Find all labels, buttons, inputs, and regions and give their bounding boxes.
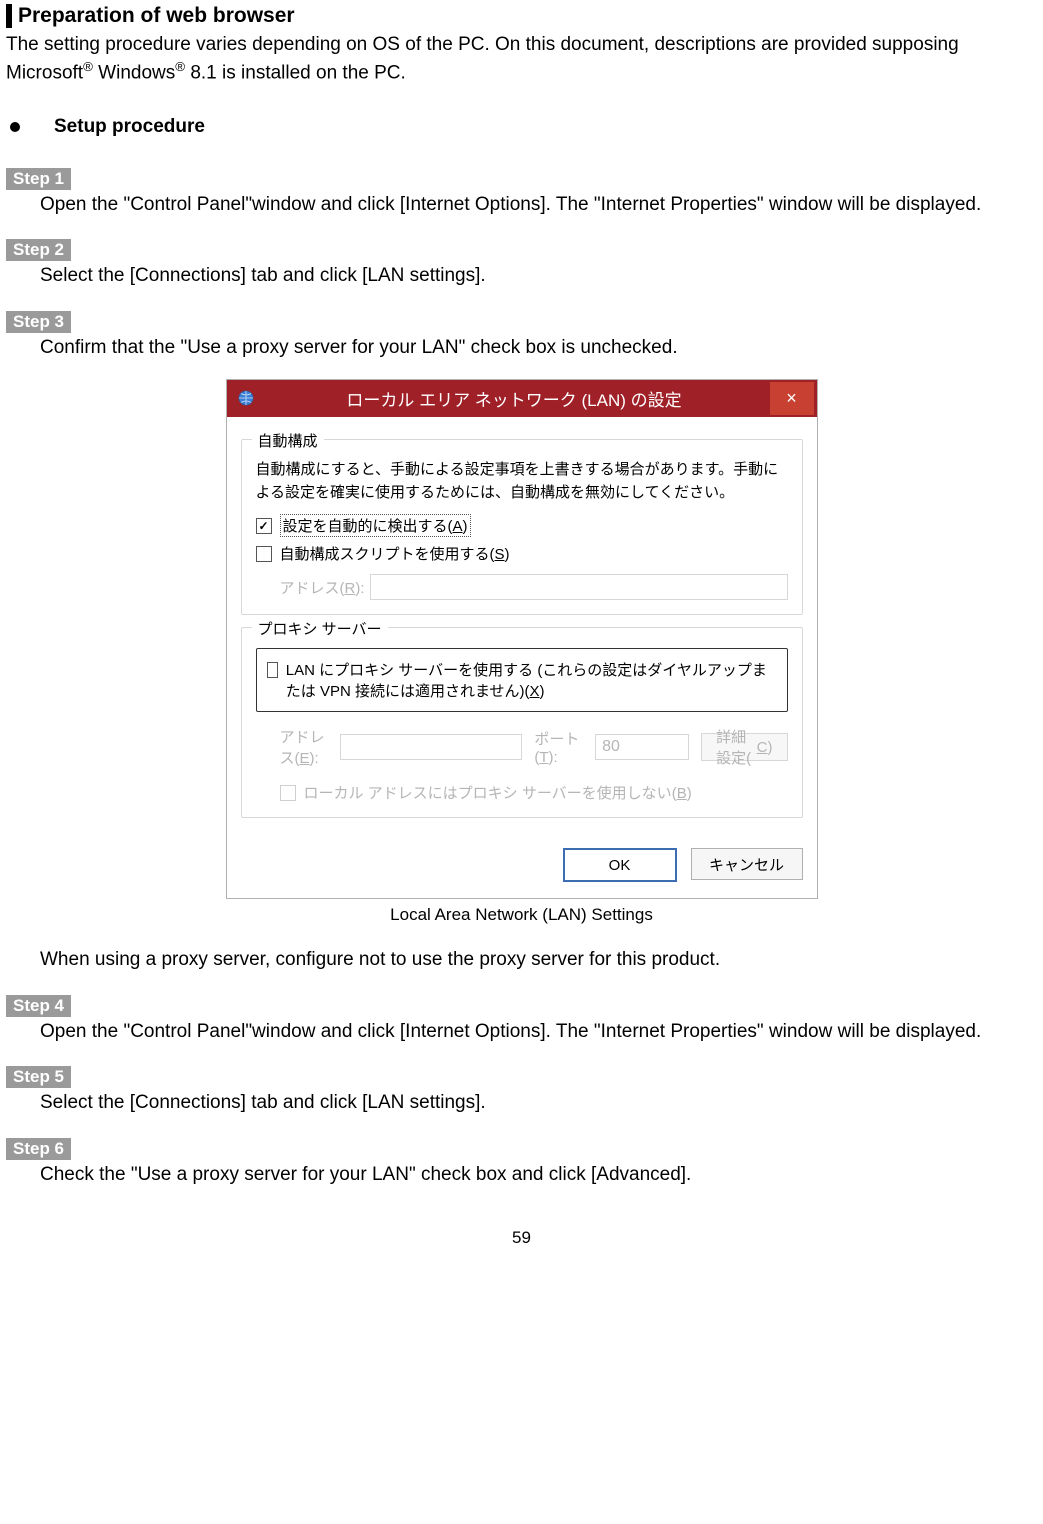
intro-win: Windows: [93, 62, 175, 83]
step-6-label: Step 6: [6, 1138, 71, 1160]
step-4-label: Step 4: [6, 995, 71, 1017]
step-2-label: Step 2: [6, 239, 71, 261]
step-4-body: Open the "Control Panel"window and click…: [40, 1019, 1037, 1045]
auto-config-legend: 自動構成: [252, 430, 324, 451]
globe-icon: [236, 388, 256, 408]
proxy-address-label: アドレス(E):: [280, 726, 329, 768]
auto-detect-label-pre: 設定を自動的に検出する(: [283, 518, 453, 535]
section-bar-icon: [6, 4, 12, 28]
figure-caption: Local Area Network (LAN) Settings: [6, 905, 1037, 925]
proxy-legend: プロキシ サーバー: [252, 618, 388, 639]
proxy-addr-key: E: [300, 750, 310, 767]
cancel-button[interactable]: キャンセル: [691, 848, 803, 880]
bypass-local-checkbox-row: ローカル アドレスにはプロキシ サーバーを使用しない(B): [280, 782, 788, 803]
proxy-highlight-box: LAN にプロキシ サーバーを使用する (これらの設定はダイヤルアップまたは V…: [256, 648, 788, 712]
advanced-button: 詳細設定(C): [701, 733, 787, 761]
auto-script-label-key: S: [495, 546, 505, 563]
intro-text: The setting procedure varies depending o…: [6, 32, 1037, 86]
auto-script-label-pre: 自動構成スクリプトを使用する(: [280, 546, 495, 563]
step-3-label: Step 3: [6, 311, 71, 333]
auto-address-input: [370, 574, 788, 600]
auto-addr-post: ):: [355, 580, 364, 597]
auto-detect-label-post: ): [463, 518, 468, 535]
proxy-port-post: ):: [548, 749, 557, 766]
proxy-chk-key: X: [530, 683, 540, 700]
checkbox-disabled-icon: [280, 785, 296, 801]
intro-sup2: ®: [175, 59, 185, 74]
adv-key: C: [757, 739, 768, 756]
bullet-icon: [10, 122, 20, 132]
dialog-title: ローカル エリア ネットワーク (LAN) の設定: [256, 386, 817, 411]
proxy-chk-pre: LAN にプロキシ サーバーを使用する (これらの設定はダイヤルアップまたは V…: [286, 662, 767, 700]
proxy-port-input: 80: [595, 734, 689, 760]
auto-address-label: アドレス(R):: [280, 577, 370, 598]
auto-script-label-post: ): [505, 546, 510, 563]
intro-rest: 8.1 is installed on the PC.: [185, 62, 406, 83]
auto-script-checkbox-row[interactable]: 自動構成スクリプトを使用する(S): [256, 543, 788, 564]
auto-config-group: 自動構成 自動構成にすると、手動による設定事項を上書きする場合があります。手動に…: [241, 439, 803, 616]
proxy-address-input: [340, 734, 522, 760]
step-5-label: Step 5: [6, 1066, 71, 1088]
step-2-body: Select the [Connections] tab and click […: [40, 263, 1037, 289]
step-3-body: Confirm that the "Use a proxy server for…: [40, 335, 1037, 361]
setup-heading: Setup procedure: [54, 116, 205, 138]
proxy-addr-post: ):: [310, 750, 319, 767]
auto-addr-pre: アドレス(: [280, 580, 345, 597]
proxy-group: プロキシ サーバー LAN にプロキシ サーバーを使用する (これらの設定はダイ…: [241, 627, 803, 818]
auto-addr-key: R: [345, 580, 356, 597]
page-number: 59: [6, 1228, 1037, 1268]
proxy-chk-post: ): [540, 683, 545, 700]
intro-line1: The setting procedure varies depending o…: [6, 34, 959, 55]
bypass-key: B: [677, 785, 687, 802]
auto-detect-checkbox-row[interactable]: 設定を自動的に検出する(A): [256, 514, 788, 537]
intro-sup1: ®: [83, 59, 93, 74]
dialog-titlebar: ローカル エリア ネットワーク (LAN) の設定 ×: [227, 380, 817, 417]
step-6-body: Check the "Use a proxy server for your L…: [40, 1162, 1037, 1188]
adv-post: ): [768, 739, 773, 756]
step-1-label: Step 1: [6, 168, 71, 190]
auto-detect-label-key: A: [453, 518, 463, 535]
proxy-enable-checkbox-row[interactable]: LAN にプロキシ サーバーを使用する (これらの設定はダイヤルアップまたは V…: [267, 659, 777, 701]
adv-pre: 詳細設定(: [716, 726, 757, 768]
checkbox-checked-icon: [256, 518, 272, 534]
intro-ms: Microsoft: [6, 62, 83, 83]
close-button[interactable]: ×: [770, 382, 814, 415]
proxy-port-value: 80: [602, 738, 620, 756]
checkbox-icon: [267, 662, 278, 678]
step-5-body: Select the [Connections] tab and click […: [40, 1090, 1037, 1116]
bypass-pre: ローカル アドレスにはプロキシ サーバーを使用しない(: [304, 785, 677, 802]
close-icon: ×: [786, 388, 797, 409]
ok-button[interactable]: OK: [563, 848, 677, 882]
lan-settings-dialog: ローカル エリア ネットワーク (LAN) の設定 × 自動構成 自動構成にする…: [226, 379, 818, 900]
checkbox-icon: [256, 546, 272, 562]
bypass-post: ): [687, 785, 692, 802]
step-1-body: Open the "Control Panel"window and click…: [40, 192, 1037, 218]
section-title: Preparation of web browser: [18, 4, 295, 28]
proxy-port-label: ポート(T):: [534, 728, 583, 766]
auto-config-desc: 自動構成にすると、手動による設定事項を上書きする場合があります。手動による設定を…: [256, 458, 788, 505]
step-3-note: When using a proxy server, configure not…: [40, 947, 1037, 973]
